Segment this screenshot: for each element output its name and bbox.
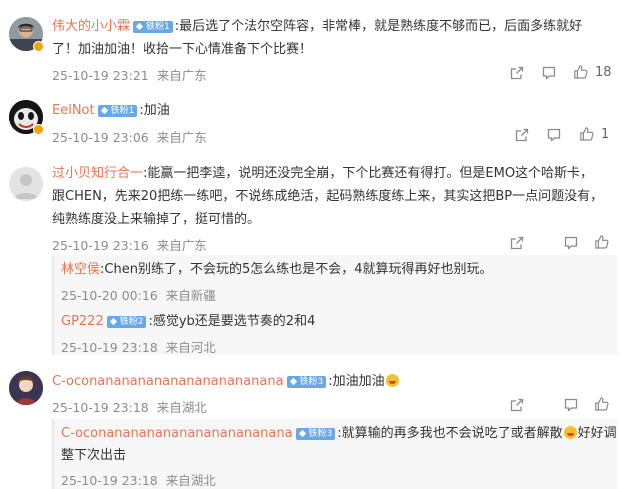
comment-meta: 25-10-19 23:06 来自广东 [52, 127, 207, 146]
like-count: 18 [595, 64, 612, 80]
like-button[interactable]: 18 [573, 64, 612, 80]
fan-badge: 铁粉1 [97, 105, 138, 117]
fan-badge: 铁粉2 [106, 316, 147, 328]
reply-divider [52, 255, 54, 355]
location: 来自广东 [156, 130, 207, 145]
comment-icon [563, 397, 579, 413]
comment-text: EelNot 铁粉1:加油 [52, 99, 170, 122]
username-link[interactable]: GP222 [61, 314, 104, 329]
like-icon [573, 64, 589, 80]
timestamp: 25-10-20 00:16 [61, 288, 158, 303]
share-button[interactable] [509, 235, 525, 251]
like-button[interactable] [594, 234, 610, 250]
location: 来自广东 [156, 68, 207, 83]
share-button[interactable] [514, 127, 530, 143]
reply-button[interactable] [541, 65, 557, 81]
reply-button[interactable] [546, 127, 562, 143]
username-link[interactable]: 林空侯 [61, 262, 100, 277]
like-icon [579, 126, 595, 142]
comment-icon [563, 235, 579, 251]
username-link[interactable]: EelNot [52, 103, 95, 118]
comment-icon [546, 127, 562, 143]
username-link[interactable]: 过小贝知行合一 [52, 166, 143, 181]
username-link[interactable]: C-oconananananananananananana [52, 374, 284, 389]
reply-button[interactable] [563, 235, 579, 251]
reply-text: GP222 铁粉2:感觉yb还是要选节奏的2和4 [61, 310, 315, 333]
like-button[interactable]: 1 [579, 126, 609, 142]
comment-body: :加油 [139, 103, 170, 118]
location: 来自广东 [156, 238, 207, 253]
reply-divider [52, 419, 54, 489]
share-icon [509, 235, 525, 251]
fan-badge: 铁粉3 [295, 428, 336, 440]
comment-text: C-oconananananananananananana 铁粉3:加油加油 [52, 370, 400, 393]
comment-text: 过小贝知行合一:能赢一把李逵，说明还没完全崩，下个比赛还有得打。但是EMO这个哈… [52, 162, 593, 185]
verified-badge-icon [33, 124, 44, 135]
timestamp: 25-10-19 23:16 [52, 238, 149, 253]
username-link[interactable]: 伟大的小小霖 [52, 19, 130, 34]
avatar[interactable] [9, 167, 43, 201]
share-icon [514, 127, 530, 143]
reply-list: 林空侯:Chen别练了，不会玩的5怎么练也是不会，4就算玩得再好也别玩。 25-… [52, 255, 618, 355]
like-button[interactable] [594, 396, 610, 412]
comment-body: :加油加油 [328, 374, 385, 389]
comment-body: :最后选了个法尔空阵容，非常棒，就是熟练度不够而已，后面多练就好 [174, 19, 583, 34]
avatar[interactable] [9, 371, 43, 405]
reply-body-cont: 好好调 [577, 426, 617, 441]
reply-text: C-oconananananananananananana 铁粉3:就算输的再多我… [61, 422, 617, 445]
reply-list: C-oconananananananananananana 铁粉3:就算输的再多我… [52, 419, 618, 489]
comment-text: 伟大的小小霖 铁粉1:最后选了个法尔空阵容，非常棒，就是熟练度不够而已，后面多练就… [52, 15, 582, 38]
share-button[interactable] [509, 397, 525, 413]
comment-text-line3: 纯熟练度没上来输掉了，挺可惜的。 [52, 212, 261, 227]
reply-meta: 25-10-19 23:18 来自湖北 [61, 470, 216, 489]
comment-item: 过小贝知行合一:能赢一把李逵，说明还没完全崩，下个比赛还有得打。但是EMO这个哈… [0, 150, 622, 360]
reply-body: :就算输的再多我也不会说吃了或者解散 [337, 426, 563, 441]
smile-emoji-icon [385, 374, 399, 387]
comment-meta: 25-10-19 23:18 来自湖北 [52, 397, 207, 416]
fan-badge: 铁粉3 [286, 376, 327, 388]
comment-item: EelNot 铁粉1:加油 25-10-19 23:06 来自广东 1 [0, 90, 622, 150]
timestamp: 25-10-19 23:18 [52, 400, 149, 415]
comment-body: :能赢一把李逵，说明还没完全崩，下个比赛还有得打。但是EMO这个哈斯卡， [143, 166, 594, 181]
timestamp: 25-10-19 23:18 [61, 340, 158, 355]
share-button[interactable] [509, 65, 525, 81]
timestamp: 25-10-19 23:18 [61, 473, 158, 488]
smile-emoji-icon [563, 426, 577, 439]
reply-body: :Chen别练了，不会玩的5怎么练也是不会，4就算玩得再好也别玩。 [100, 262, 493, 277]
location: 来自湖北 [165, 473, 216, 488]
location: 来自湖北 [156, 400, 207, 415]
share-icon [509, 65, 525, 81]
reply-text: 林空侯:Chen别练了，不会玩的5怎么练也是不会，4就算玩得再好也别玩。 [61, 258, 493, 281]
reply-text-line2: 整下次出击 [61, 448, 127, 463]
comment-meta: 25-10-19 23:21 来自广东 [52, 65, 207, 84]
comment-icon [541, 65, 557, 81]
like-icon [594, 234, 610, 250]
location: 来自新疆 [165, 288, 216, 303]
comment-meta: 25-10-19 23:16 来自广东 [52, 235, 207, 254]
reply-meta: 25-10-19 23:18 来自河北 [61, 337, 216, 356]
like-icon [594, 396, 610, 412]
share-icon [509, 397, 525, 413]
reply-meta: 25-10-20 00:16 来自新疆 [61, 285, 216, 304]
reply-button[interactable] [563, 397, 579, 413]
like-count: 1 [601, 126, 610, 142]
verified-badge-icon [33, 41, 44, 52]
username-link[interactable]: C-oconananananananananananana [61, 426, 293, 441]
fan-badge: 铁粉1 [133, 21, 173, 33]
reply-body: :感觉yb还是要选节奏的2和4 [148, 314, 316, 329]
comment-item: 伟大的小小霖 铁粉1:最后选了个法尔空阵容，非常棒，就是熟练度不够而已，后面多练就… [0, 0, 622, 90]
comment-item: C-oconananananananananananana 铁粉3:加油加油 25… [0, 362, 622, 489]
comment-text-line2: 跟CHEN，先来20把练一练吧，不说练成绝活，起码熟练度练上来，其实这把BP一点… [52, 189, 604, 204]
location: 来自河北 [165, 340, 216, 355]
comment-text-line2: 了！加油加油！收拾一下心情准备下个比赛！ [52, 42, 313, 57]
timestamp: 25-10-19 23:21 [52, 68, 149, 83]
timestamp: 25-10-19 23:06 [52, 130, 149, 145]
